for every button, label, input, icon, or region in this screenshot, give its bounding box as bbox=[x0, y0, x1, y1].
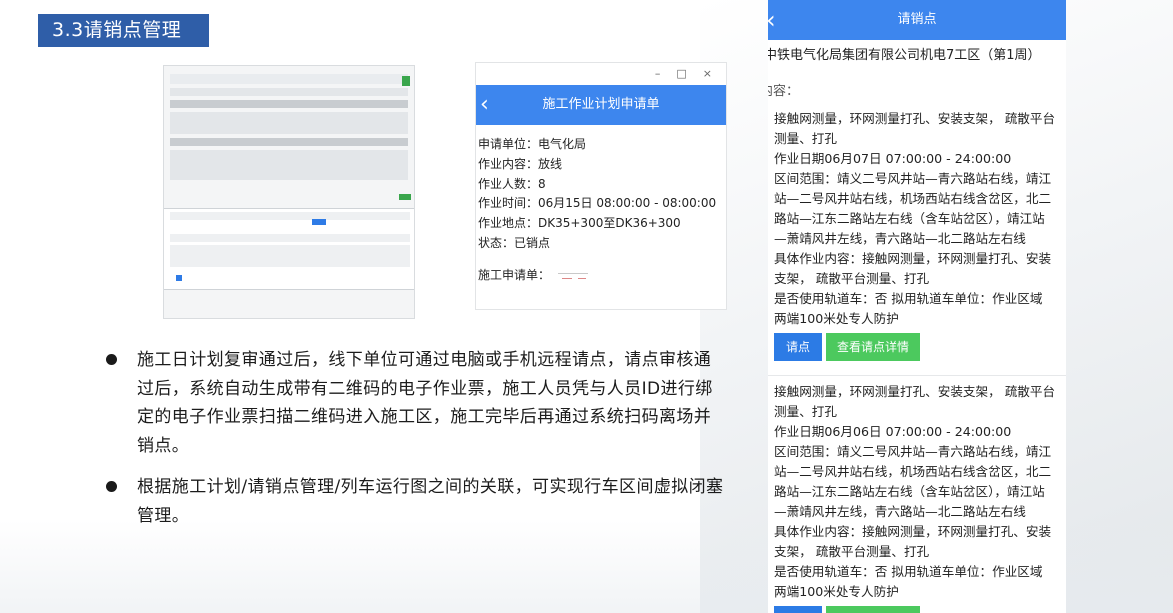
request-card: 接触网测量，环网测量打孔、安装支架， 疏散平台 测量、打孔 作业日期06月07日… bbox=[768, 99, 1066, 361]
card-line: 具体作业内容：接触网测量，环网测量打孔、安装 bbox=[774, 251, 1052, 266]
card-line: 具体作业内容：接触网测量，环网测量打孔、安装 bbox=[774, 524, 1052, 539]
field-applicant: 申请单位：电气化局 bbox=[478, 137, 587, 151]
bullet-icon bbox=[106, 354, 117, 365]
card-buttons: 请点 查看请点详情 bbox=[774, 333, 1066, 361]
application-window: – □ × ‹ 施工作业计划申请单 申请单位：电气化局 作业内容：放线 作业人数… bbox=[475, 62, 727, 310]
card-line: 作业日期06月06日 07:00:00 - 24:00:00 bbox=[774, 424, 1012, 439]
field-location: 作业地点：DK35+300至DK36+300 bbox=[478, 216, 681, 231]
desktop-green-button bbox=[402, 76, 410, 86]
field-headcount: 作业人数：8 bbox=[478, 176, 546, 191]
card-line: 测量、打孔 bbox=[774, 404, 837, 419]
desktop-green-button bbox=[399, 194, 411, 200]
card-line: 区间范围：靖义二号风井站—青六路站右线，靖江 bbox=[774, 444, 1052, 459]
bullet-text: 施工日计划复审通过后，线下单位可通过电脑或手机远程请点，请点审核通过后，系统自动… bbox=[137, 350, 713, 456]
request-button[interactable] bbox=[774, 606, 822, 613]
desktop-row bbox=[170, 88, 408, 96]
application-info: 申请单位：电气化局 作业内容：放线 作业人数：8 作业时间：06月15日 08:… bbox=[476, 125, 726, 286]
desktop-header-bar bbox=[170, 74, 408, 84]
desktop-panel-bar bbox=[170, 245, 410, 267]
card-line: 支架， 疏散平台测量、打孔 bbox=[774, 544, 930, 559]
bullet-list: 施工日计划复审通过后，线下单位可通过电脑或手机远程请点，请点审核通过后，系统自动… bbox=[98, 346, 728, 543]
card-line: 作业日期06月07日 07:00:00 - 24:00:00 bbox=[774, 151, 1012, 166]
desktop-popup-panel bbox=[164, 208, 414, 290]
card-line: —萧靖风井左线，青六路站—北二路站左右线 bbox=[774, 504, 1026, 519]
card-line: 是否使用轨道车：否 拟用轨道车单位：作业区域 bbox=[774, 291, 1043, 306]
card-line: 两端100米处专人防护 bbox=[774, 311, 899, 326]
bullet-icon bbox=[106, 481, 117, 492]
content-label: 内容： bbox=[768, 84, 800, 99]
desktop-row bbox=[170, 100, 408, 108]
desktop-search-button bbox=[312, 219, 326, 225]
desktop-pagination bbox=[176, 275, 182, 281]
back-icon[interactable]: ‹ bbox=[480, 85, 489, 125]
minimize-icon[interactable]: – bbox=[655, 67, 661, 85]
card-line: 站—二号风井站右线，机场西站右线含岔区，北二 bbox=[774, 191, 1052, 206]
view-detail-button[interactable] bbox=[826, 606, 920, 613]
request-card: 接触网测量，环网测量打孔、安装支架， 疏散平台 测量、打孔 作业日期06月06日… bbox=[768, 376, 1066, 613]
desktop-row bbox=[170, 150, 408, 180]
field-content: 作业内容：放线 bbox=[478, 156, 563, 171]
card-line: 路站—江东二路站左右线（含车站岔区），靖江站 bbox=[774, 211, 1045, 226]
card-line: 测量、打孔 bbox=[774, 131, 837, 146]
section-title: 3.3请销点管理 bbox=[38, 14, 209, 47]
desktop-row bbox=[170, 138, 408, 146]
bullet-text: 根据施工计划/请销点管理/列车运行图之间的关联，可实现行车区间虚拟闭塞管理。 bbox=[137, 477, 724, 526]
card-line: 接触网测量，环网测量打孔、安装支架， 疏散平台 bbox=[774, 384, 1056, 399]
nav-title: 施工作业计划申请单 bbox=[542, 97, 660, 112]
nav-bar: ‹ 施工作业计划申请单 bbox=[476, 85, 726, 125]
maximize-icon[interactable]: □ bbox=[676, 67, 686, 85]
field-time: 作业时间：06月15日 08:00:00 - 08:00:00 bbox=[478, 196, 717, 211]
card-line: 接触网测量，环网测量打孔、安装支架， 疏散平台 bbox=[774, 111, 1056, 126]
card-line: —萧靖风井左线，青六路站—北二路站左右线 bbox=[774, 231, 1026, 246]
card-line: 是否使用轨道车：否 拟用轨道车单位：作业区域 bbox=[774, 564, 1043, 579]
card-buttons bbox=[774, 606, 1066, 613]
card-line: 路站—江东二路站左右线（含车站岔区），靖江站 bbox=[774, 484, 1045, 499]
mobile-screen: ‹ 请销点 中铁电气化局集团有限公司机电7工区（第1周） 内容： 接触网测量，环… bbox=[768, 0, 1066, 613]
mobile-nav-bar: ‹ 请销点 bbox=[768, 0, 1066, 40]
request-button[interactable]: 请点 bbox=[774, 333, 822, 361]
bullet-item: 根据施工计划/请销点管理/列车运行图之间的关联，可实现行车区间虚拟闭塞管理。 bbox=[98, 473, 728, 530]
work-unit: 中铁电气化局集团有限公司机电7工区（第1周） bbox=[768, 48, 1041, 63]
signature-label: 施工申请单： bbox=[478, 267, 551, 282]
desktop-row bbox=[170, 112, 408, 134]
window-titlebar: – □ × bbox=[476, 63, 726, 85]
bullet-item: 施工日计划复审通过后，线下单位可通过电脑或手机远程请点，请点审核通过后，系统自动… bbox=[98, 346, 728, 460]
desktop-screenshot: ★ bbox=[163, 65, 415, 319]
card-line: 区间范围：靖义二号风井站—青六路站右线，靖江 bbox=[774, 171, 1052, 186]
close-icon[interactable]: × bbox=[703, 67, 712, 85]
mobile-nav-title: 请销点 bbox=[897, 12, 937, 27]
field-status: 状态：已销点 bbox=[478, 235, 551, 250]
view-detail-button[interactable]: 查看请点详情 bbox=[826, 333, 920, 361]
card-line: 站—二号风井站右线，机场西站右线含岔区，北二 bbox=[774, 464, 1052, 479]
desktop-panel-bar bbox=[170, 234, 410, 242]
card-line: 两端100米处专人防护 bbox=[774, 584, 899, 599]
back-icon[interactable]: ‹ bbox=[768, 0, 776, 40]
signature-row: 施工申请单： bbox=[478, 266, 726, 286]
signature-image bbox=[558, 269, 592, 283]
card-line: 支架， 疏散平台测量、打孔 bbox=[774, 271, 930, 286]
desktop-panel-bar bbox=[170, 212, 410, 220]
